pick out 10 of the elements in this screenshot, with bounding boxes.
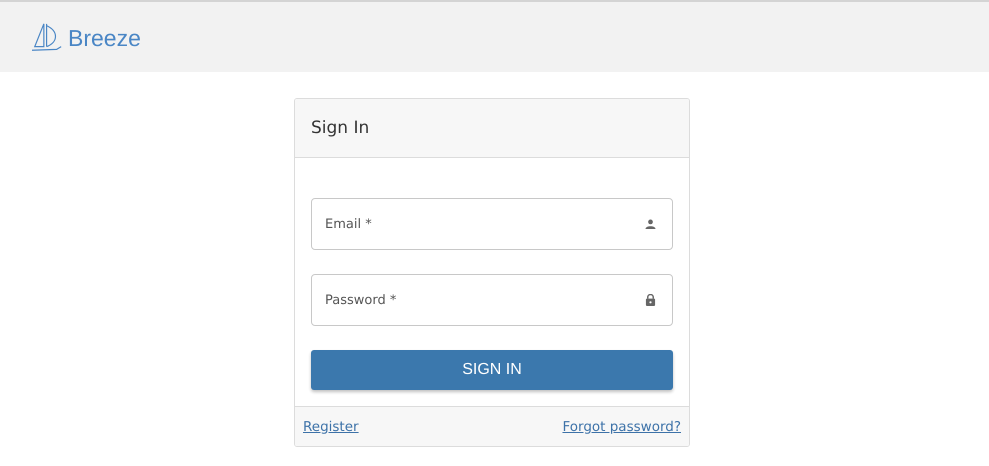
register-link[interactable]: Register: [303, 418, 359, 434]
lock-icon: [645, 294, 656, 306]
email-field[interactable]: Email *: [311, 198, 673, 250]
brand-name: Breeze: [68, 24, 141, 52]
card-title: Sign In: [311, 118, 370, 138]
sign-in-button[interactable]: SIGN IN: [311, 350, 673, 390]
sailboat-icon: [31, 22, 64, 52]
person-icon: [645, 219, 656, 229]
forgot-password-link[interactable]: Forgot password?: [562, 418, 681, 434]
password-field[interactable]: Password *: [311, 274, 673, 326]
